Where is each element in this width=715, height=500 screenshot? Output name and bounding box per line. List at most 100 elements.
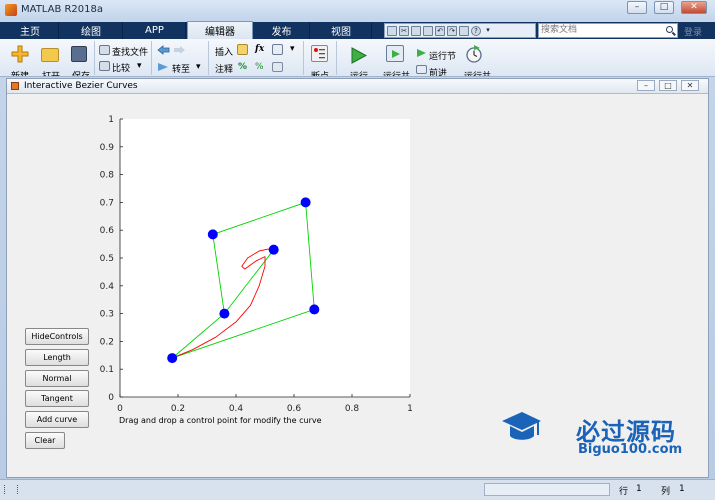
- figure-maximize-button[interactable]: □: [659, 80, 677, 91]
- length-button[interactable]: Length: [25, 349, 89, 366]
- tab-home[interactable]: 主页: [2, 22, 59, 39]
- insert-function-fx-icon[interactable]: fx: [255, 44, 264, 54]
- y-tick-label: 0.1: [100, 365, 114, 375]
- window-title: MATLAB R2018a: [21, 4, 104, 15]
- run-play-icon[interactable]: [351, 47, 368, 64]
- insert-section-icon[interactable]: [237, 44, 248, 55]
- status-bar: 行 1 列 1: [0, 479, 715, 500]
- minimize-button[interactable]: –: [627, 1, 647, 14]
- y-tick-label: 0.8: [100, 171, 115, 181]
- paste-icon[interactable]: [423, 25, 433, 36]
- new-button[interactable]: 新建: [11, 69, 29, 76]
- quick-access-toolbar: ✂ ↶ ↷ ? ▾: [384, 23, 536, 38]
- compare-button[interactable]: 比较: [112, 61, 130, 74]
- y-tick-label: 0.5: [100, 254, 114, 264]
- advance-icon[interactable]: [416, 65, 427, 74]
- goto-arrow-icon[interactable]: [157, 62, 169, 72]
- normal-button[interactable]: Normal: [25, 370, 89, 387]
- new-plus-icon[interactable]: [11, 45, 29, 63]
- graduation-cap-icon: [502, 412, 541, 440]
- figure-icon: [11, 82, 19, 90]
- control-point[interactable]: [300, 197, 311, 208]
- open-folder-icon[interactable]: [41, 48, 59, 62]
- run-section-button[interactable]: 运行节: [429, 49, 456, 62]
- run-and-time-button[interactable]: 运行并: [464, 69, 491, 76]
- breakpoints-icon[interactable]: [311, 45, 328, 62]
- insert-menu-icon[interactable]: [272, 44, 283, 55]
- figure-title-bar: Interactive Bezier Curves – □ ✕: [7, 79, 708, 94]
- hide-controls-button[interactable]: HideControls: [25, 328, 89, 345]
- figure-close-button[interactable]: ✕: [681, 80, 699, 91]
- breakpoints-button[interactable]: 断点: [311, 69, 329, 76]
- search-icon[interactable]: [666, 26, 673, 33]
- x-tick-label: 0.6: [287, 404, 302, 414]
- control-point[interactable]: [268, 244, 279, 255]
- save-button[interactable]: 保存: [72, 69, 90, 76]
- y-tick-label: 0.9: [100, 143, 115, 153]
- clear-button[interactable]: Clear: [25, 432, 65, 449]
- find-files-icon: [99, 45, 110, 55]
- x-tick-label: 0: [117, 404, 123, 414]
- back-arrow-icon[interactable]: [157, 45, 170, 55]
- run-section-icon[interactable]: [416, 48, 427, 58]
- instruction-text: Drag and drop a control point for modify…: [119, 416, 322, 425]
- run-and-time-icon[interactable]: [465, 44, 483, 63]
- switch-windows-icon[interactable]: [459, 25, 469, 36]
- tangent-button[interactable]: Tangent: [25, 390, 89, 407]
- row-label: 行: [619, 487, 629, 497]
- compare-icon: [99, 61, 110, 71]
- x-tick-label: 0.2: [171, 404, 185, 414]
- y-tick-label: 0.2: [100, 337, 114, 347]
- tab-editor[interactable]: 编辑器: [187, 21, 253, 39]
- status-grip-icon: [4, 485, 18, 494]
- control-point[interactable]: [219, 308, 230, 319]
- goto-dropdown-icon[interactable]: ▾: [196, 62, 201, 72]
- search-documentation-input[interactable]: 搜索文档: [538, 23, 678, 38]
- watermark-url-text: Biguo100.com: [578, 442, 683, 457]
- uncomment-icon[interactable]: %: [255, 62, 264, 72]
- open-button[interactable]: 打开: [42, 69, 60, 76]
- advance-button[interactable]: 前进: [429, 66, 447, 76]
- control-point[interactable]: [309, 304, 320, 315]
- redo-icon[interactable]: ↷: [447, 25, 457, 36]
- compare-dropdown-icon[interactable]: ▾: [137, 61, 142, 71]
- customize-dropdown-icon[interactable]: ▾: [483, 26, 493, 36]
- y-tick-label: 0.4: [100, 282, 115, 292]
- comment-label[interactable]: 注释: [215, 62, 233, 75]
- tab-plots[interactable]: 绘图: [60, 22, 123, 39]
- undo-icon[interactable]: ↶: [435, 25, 445, 36]
- tab-view[interactable]: 视图: [311, 22, 372, 39]
- wrap-comments-icon[interactable]: [272, 62, 283, 72]
- add-curve-button[interactable]: Add curve: [25, 411, 89, 428]
- x-tick-label: 0.8: [345, 404, 360, 414]
- insert-label[interactable]: 插入: [215, 45, 233, 58]
- run-and-advance-button[interactable]: 运行并: [383, 69, 410, 76]
- help-icon[interactable]: ?: [471, 25, 481, 36]
- sign-in-link[interactable]: 登录: [684, 25, 702, 38]
- tab-publish[interactable]: 发布: [254, 22, 310, 39]
- row-value: 1: [636, 484, 642, 494]
- goto-button[interactable]: 转至: [172, 62, 190, 75]
- search-placeholder: 搜索文档: [541, 25, 578, 35]
- copy-icon[interactable]: [411, 25, 421, 36]
- close-button[interactable]: ✕: [681, 1, 707, 14]
- control-point[interactable]: [167, 353, 178, 364]
- status-message-field: [484, 483, 610, 496]
- figure-minimize-button[interactable]: –: [637, 80, 655, 91]
- tab-apps[interactable]: APP: [124, 22, 186, 39]
- run-button[interactable]: 运行: [350, 69, 368, 76]
- comment-percent-icon[interactable]: %: [238, 62, 247, 72]
- forward-arrow-icon[interactable]: [173, 45, 186, 55]
- save-icon[interactable]: [387, 25, 397, 36]
- find-files-button[interactable]: 查找文件: [112, 45, 148, 58]
- x-tick-label: 0.4: [229, 404, 244, 414]
- maximize-button[interactable]: □: [654, 1, 674, 14]
- cut-icon[interactable]: ✂: [399, 25, 409, 36]
- run-and-advance-icon[interactable]: [386, 45, 404, 62]
- control-point[interactable]: [207, 229, 218, 240]
- insert-dropdown-icon[interactable]: ▾: [290, 44, 295, 54]
- y-tick-label: 0.7: [100, 198, 114, 208]
- save-disk-icon[interactable]: [71, 46, 87, 62]
- y-tick-label: 0: [108, 393, 114, 403]
- editor-ribbon: 新建 打开 保存 查找文件 比较 ▾ 转至 ▾ 插入 fx ▾ 注释 % % 断…: [0, 39, 715, 77]
